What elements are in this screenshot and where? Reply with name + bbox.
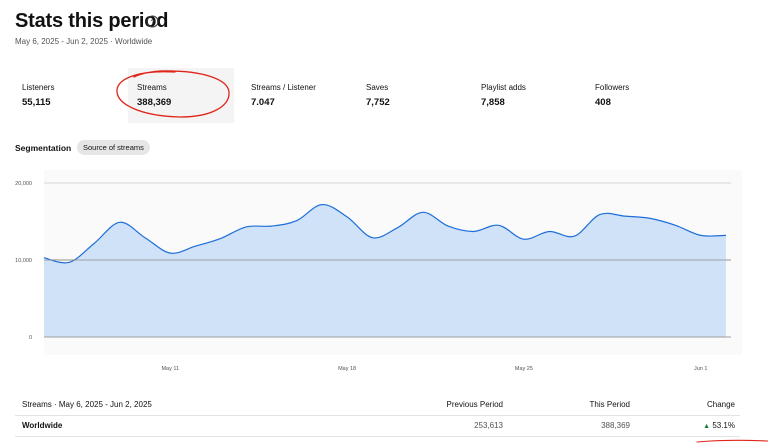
row-current: 388,369 [601,421,630,430]
metric-label: Followers [595,83,630,92]
x-tick-label: May 11 [161,366,179,372]
metric-label: Playlist adds [481,83,526,92]
col-change[interactable]: Change [707,400,735,409]
row-previous: 253,613 [474,421,503,430]
row-change-value: 53.1% [712,421,735,430]
metric-label: Streams / Listener [251,83,316,92]
metric-value: 55,115 [22,97,51,108]
streams-area-chart: 20,000 10,000 0 May 11 May 18 May 25 Jun 1 [15,170,742,372]
metric-value: 7.047 [251,97,275,108]
metric-label: Streams [137,83,167,92]
metric-followers[interactable]: Followers 408 [595,83,629,108]
col-this-period[interactable]: This Period [590,400,630,409]
row-name: Worldwide [22,421,63,430]
metric-listeners[interactable]: Listeners 55,115 [22,83,54,108]
metric-value: 7,858 [481,97,505,108]
table-row: Worldwide 253,613 388,369 ▲ 53.1% [15,416,740,437]
x-tick-label: Jun 1 [694,366,707,372]
y-tick-label: 20,000 [15,181,32,187]
metric-saves[interactable]: Saves 7,752 [366,83,390,108]
table-header-row: Streams · May 6, 2025 - Jun 2, 2025 Prev… [15,395,740,416]
y-tick-label: 0 [29,335,32,341]
metric-value: 388,369 [137,97,172,108]
metric-streams[interactable]: Streams 388,369 [137,83,171,108]
metric-streams-per-listener[interactable]: Streams / Listener 7.047 [251,83,316,108]
table-title: Streams · May 6, 2025 - Jun 2, 2025 [22,400,152,409]
period-subtitle: May 6, 2025 - Jun 2, 2025 · Worldwide [15,37,153,46]
row-change: ▲ 53.1% [703,421,735,430]
metric-label: Saves [366,83,389,92]
x-tick-label: May 25 [515,366,533,372]
x-tick-label: May 18 [338,366,356,372]
help-icon[interactable]: ? [146,15,159,28]
y-tick-label: 10,000 [15,258,32,264]
red-annotation-underline [696,439,768,443]
segmentation-label: Segmentation [15,143,72,153]
metric-playlist-adds[interactable]: Playlist adds 7,858 [481,83,526,108]
svg-text:?: ? [150,17,154,26]
metric-value: 408 [595,97,611,108]
arrow-up-icon: ▲ [703,423,711,430]
metric-value: 7,752 [366,97,390,108]
metric-label: Listeners [22,83,55,92]
source-of-streams-chip[interactable]: Source of streams [77,140,150,155]
col-previous-period[interactable]: Previous Period [447,400,503,409]
